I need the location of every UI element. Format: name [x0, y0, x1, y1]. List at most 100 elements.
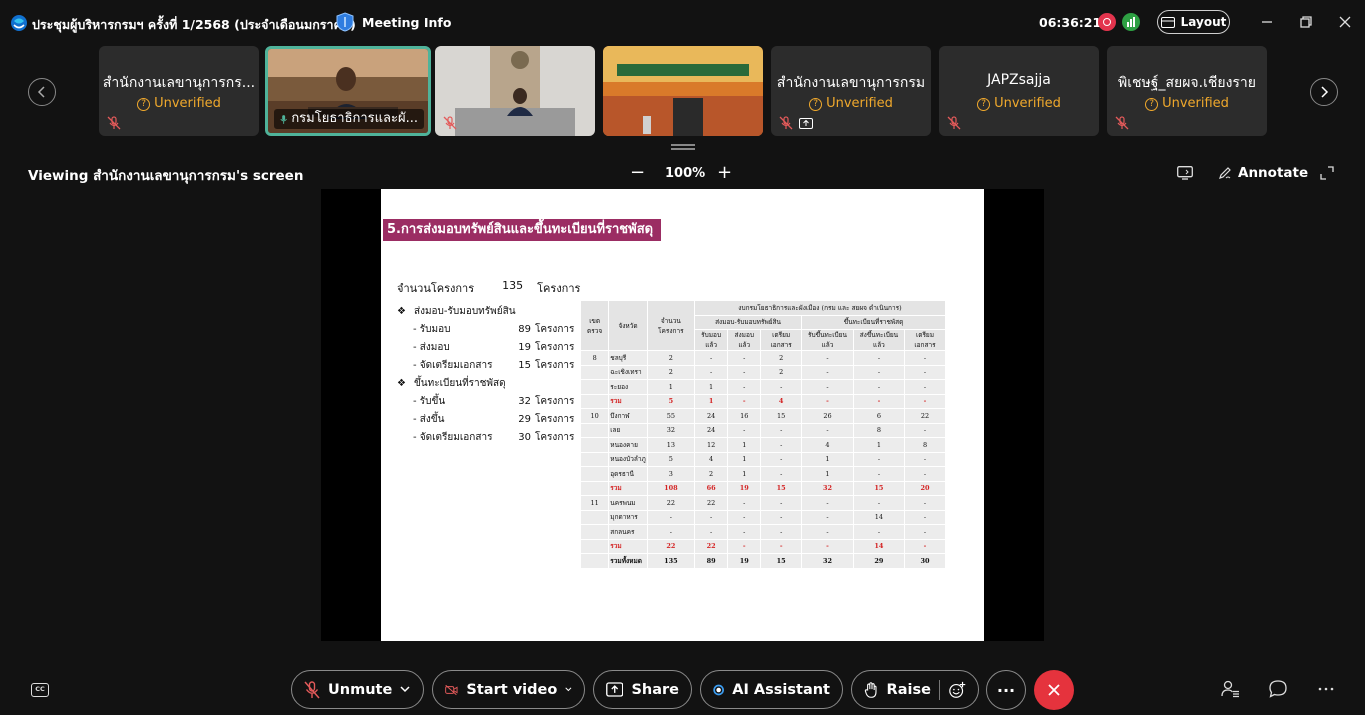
restore-icon[interactable]	[1296, 12, 1316, 32]
value-cell: 14	[852, 538, 906, 554]
strip-next-button[interactable]	[1310, 78, 1338, 106]
summary-row: - จัดเตรียมเอกสาร 15 โครงการ	[413, 360, 575, 371]
close-icon[interactable]	[1335, 12, 1355, 32]
value-cell: -	[727, 393, 762, 409]
zone-cell: 11	[579, 495, 610, 511]
value-cell: 12	[693, 437, 729, 453]
meeting-info-button[interactable]: Meeting Info	[336, 12, 451, 32]
zone-cell	[579, 553, 610, 569]
share-button[interactable]: Share	[593, 670, 692, 709]
layout-button[interactable]: Layout	[1157, 10, 1230, 34]
value-cell: 4	[760, 393, 803, 409]
value-cell: -	[852, 524, 906, 540]
meeting-controls: CC Unmute Start video Share AI Assistant…	[0, 665, 1365, 715]
value-cell: -	[852, 393, 906, 409]
participants-icon[interactable]	[1220, 679, 1240, 699]
raise-hand-button[interactable]: Raise	[851, 670, 979, 709]
participant-tile[interactable]: พิเชษฐ์_สยผจ.เชียงราย ? Unverified	[1107, 46, 1267, 136]
participant-video-tile-active[interactable]: กรมโยธาธิการและผั...	[265, 46, 431, 136]
layout-icon	[1160, 16, 1175, 28]
value-cell: 22	[646, 538, 695, 554]
question-icon: ?	[1145, 98, 1159, 111]
value-cell: -	[852, 451, 906, 467]
value-cell: 3	[646, 466, 695, 482]
province-cell: ชลบุรี	[608, 350, 648, 366]
value-cell: 19	[727, 480, 762, 496]
province-cell: หนองบัวลำภู	[608, 451, 648, 467]
video-off-icon	[445, 684, 458, 695]
table-row: สกลนคร - - - - - - -	[579, 524, 946, 540]
strip-prev-button[interactable]	[28, 78, 56, 106]
minimize-icon[interactable]	[1257, 12, 1277, 32]
table-row: หนองคาย 13 12 1-4 1 8	[579, 437, 946, 453]
remote-control-icon[interactable]	[1177, 166, 1193, 180]
participant-tile[interactable]: สำนักงานเลขานุการกร... ? Unverified	[99, 46, 259, 136]
zoom-in-button[interactable]: +	[717, 162, 732, 183]
value-cell: 5	[646, 451, 695, 467]
chevron-down-icon[interactable]	[565, 686, 572, 693]
share-screen-icon	[606, 682, 624, 697]
value-cell: -	[727, 538, 762, 554]
value-cell: 22	[646, 495, 695, 511]
value-cell: -	[727, 350, 762, 366]
closed-captions-icon[interactable]: CC	[31, 683, 49, 697]
value-cell: -	[904, 350, 946, 366]
value-cell: 1	[646, 379, 695, 395]
value-cell: 1	[693, 379, 729, 395]
table-subtotal-row: รวม 22 22- - -14-	[579, 538, 946, 554]
province-cell: รวม	[608, 480, 648, 496]
leave-meeting-button[interactable]	[1034, 670, 1074, 710]
summary-row: - จัดเตรียมเอกสาร 30 โครงการ	[413, 432, 575, 443]
mic-muted-icon	[443, 116, 457, 130]
value-cell: 1	[852, 437, 906, 453]
annotate-button[interactable]: Annotate	[1218, 165, 1308, 181]
reactions-icon[interactable]	[948, 680, 966, 700]
province-cell: ระยอง	[608, 379, 648, 395]
value-cell: 4	[693, 451, 729, 467]
strip-resize-handle[interactable]	[671, 144, 695, 150]
chevron-down-icon[interactable]	[400, 686, 410, 693]
value-cell: -	[852, 364, 906, 380]
participant-status: ? Unverified	[771, 96, 931, 111]
participant-video-tile[interactable]	[435, 46, 595, 136]
more-options-button[interactable]: ···	[986, 670, 1026, 710]
network-signal-icon[interactable]	[1122, 13, 1140, 31]
question-icon: ?	[977, 98, 991, 111]
chat-icon[interactable]	[1268, 679, 1288, 699]
fullscreen-icon[interactable]	[1320, 166, 1334, 180]
table-row: อุดรธานี 3 2 1-1- -	[579, 466, 946, 482]
table-row: 11 นครพนม 22 22- - - - -	[579, 495, 946, 511]
value-cell: -	[693, 524, 729, 540]
ai-assistant-button[interactable]: AI Assistant	[700, 670, 843, 709]
zoom-out-button[interactable]: −	[630, 162, 645, 183]
value-cell: 4	[801, 437, 854, 453]
participant-video	[603, 46, 763, 136]
value-cell: 15	[760, 480, 803, 496]
value-cell: 8	[852, 422, 906, 438]
recording-icon[interactable]	[1098, 13, 1116, 31]
province-cell: นครพนม	[608, 495, 648, 511]
col-header: เตรียมเอกสาร	[904, 329, 946, 351]
value-cell: -	[760, 509, 803, 525]
more-icon[interactable]	[1316, 679, 1336, 699]
question-icon: ?	[137, 98, 151, 111]
province-cell: อุดรธานี	[608, 466, 648, 482]
unmute-button[interactable]: Unmute	[291, 670, 424, 709]
value-cell: 108	[646, 480, 695, 496]
participant-tile[interactable]: สำนักงานเลขานุการกรม ? Unverified	[771, 46, 931, 136]
value-cell: -	[904, 393, 946, 409]
participant-video-tile[interactable]	[603, 46, 763, 136]
participant-status: ? Unverified	[1107, 96, 1267, 111]
pen-icon	[1219, 167, 1231, 179]
value-cell: -	[760, 422, 803, 438]
value-cell: 2	[760, 364, 803, 380]
participant-tile[interactable]: JAPZsajja ? Unverified	[939, 46, 1099, 136]
start-video-button[interactable]: Start video	[432, 670, 585, 709]
value-cell: 32	[646, 422, 695, 438]
value-cell: -	[904, 364, 946, 380]
mic-muted-icon	[1115, 116, 1129, 130]
value-cell: -	[801, 524, 854, 540]
value-cell: 22	[904, 408, 946, 424]
value-cell: 26	[801, 408, 854, 424]
value-cell: 13	[646, 437, 695, 453]
